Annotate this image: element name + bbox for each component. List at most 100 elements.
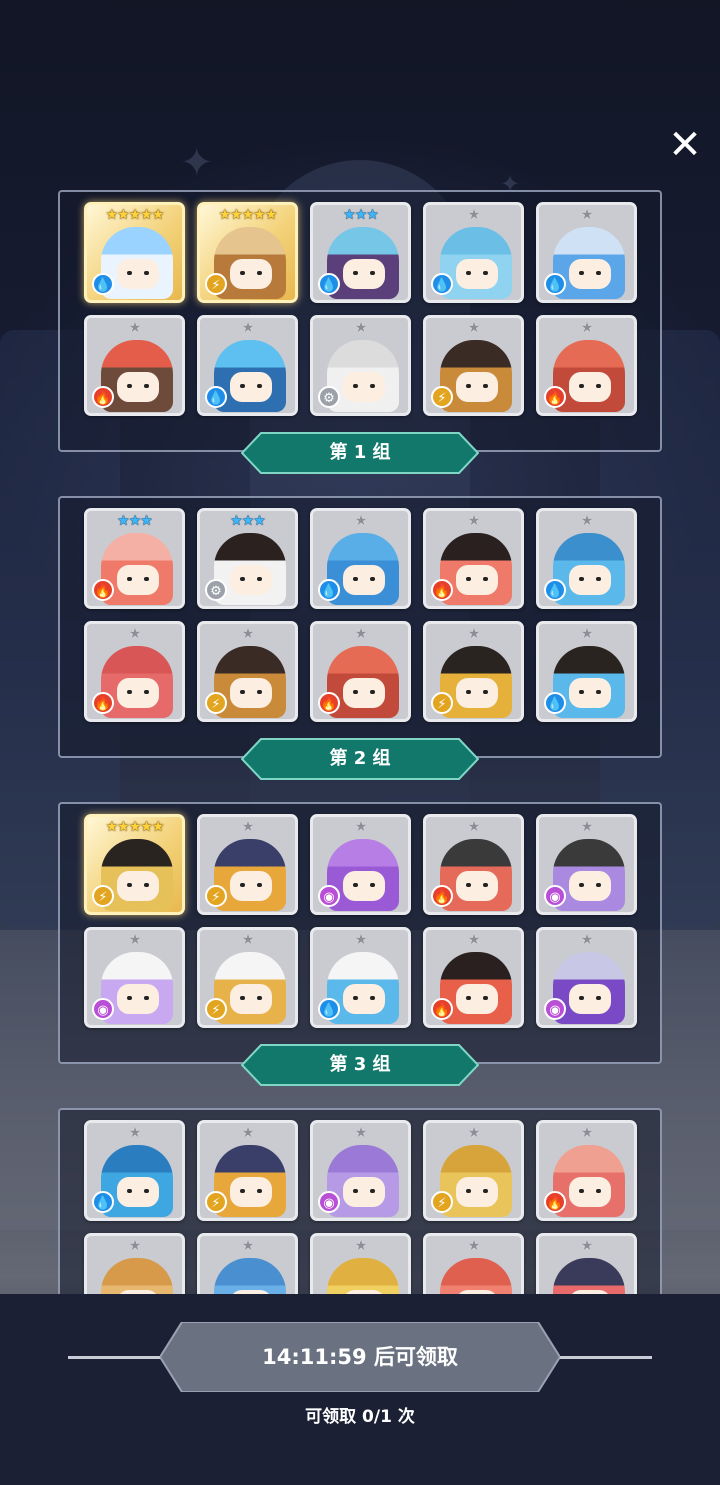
hero-card[interactable]: ★⚡ (197, 927, 298, 1028)
hero-card[interactable]: ★💧 (536, 621, 637, 722)
hero-card[interactable]: ★★★★★ ⚡ (84, 814, 185, 915)
star-rating-icon: ★ (580, 1238, 594, 1254)
claim-count-text: 可领取 0/1 次 (305, 1407, 415, 1427)
hero-card[interactable]: ★⚡ (423, 315, 524, 416)
star-rating-icon: ★ (128, 932, 142, 948)
star-rating-icon: ★ (580, 207, 594, 223)
hero-card[interactable]: ★🔥 (84, 315, 185, 416)
claim-button-label: 14:11:59 后可领取 (262, 1345, 458, 1369)
wind-element-icon: ⚙ (318, 386, 340, 408)
hero-face (117, 1177, 159, 1207)
hero-card[interactable]: ★★★ 💧 (310, 202, 411, 303)
hero-face (456, 259, 498, 289)
hero-face (230, 984, 272, 1014)
star-rating-icon: ★ (241, 1238, 255, 1254)
hero-card[interactable]: ★ ◉ (310, 814, 411, 915)
hero-grid: ★★★ 🔥 ★★★ ⚙ ★ 💧 ★ 🔥 ★ 💧 ★ 🔥 ★ ⚡ ★ 🔥 ★ ⚡ ★ 💧 (84, 508, 637, 722)
hero-card[interactable]: ★⚡ (84, 1233, 185, 1294)
hero-card[interactable]: ★🔥 (536, 1233, 637, 1294)
hero-face (456, 565, 498, 595)
star-rating-icon: ★ (580, 320, 594, 336)
star-rating-icon: ★ (241, 320, 255, 336)
hero-face (569, 1177, 611, 1207)
hero-card[interactable]: ★⚡ (197, 621, 298, 722)
star-rating-icon: ★ (467, 513, 481, 529)
group-label-3: 第 3 组 (241, 1044, 479, 1086)
hero-card[interactable]: ★ ◉ (310, 1120, 411, 1221)
hero-card[interactable]: ★💧 (310, 508, 411, 609)
hero-card[interactable]: ★★★★★ 💧 (84, 202, 185, 303)
water-element-icon: 💧 (318, 579, 340, 601)
dark-element-icon: ◉ (544, 998, 566, 1020)
dark-element-icon: ◉ (318, 1191, 340, 1213)
hero-card[interactable]: ★💧 (310, 927, 411, 1028)
hero-face (569, 678, 611, 708)
water-element-icon: 💧 (205, 386, 227, 408)
hero-face (569, 372, 611, 402)
star-rating-icon: ★ (354, 819, 368, 835)
star-rating-icon: ★★★ (230, 513, 266, 529)
group-list[interactable]: ★★★★★ 💧 ★★★★★ ⚡ ★★★ 💧 ★ 💧 ★ 💧 ★ 🔥 ★ 💧 ★ ⚙ ★ ⚡ ★ 🔥 第 1 组 ★★★ 🔥 ★… (0, 0, 720, 1294)
hero-card[interactable]: ★ ◉ (536, 814, 637, 915)
hero-face (230, 372, 272, 402)
hero-group-4: ★💧★⚡★◉★⚡★🔥★⚡★💧★⚡★🔥★🔥 (58, 1108, 662, 1294)
star-rating-icon: ★ (354, 1238, 368, 1254)
claim-button[interactable]: 14:11:59 后可领取 (160, 1322, 560, 1392)
water-element-icon: 💧 (318, 998, 340, 1020)
hero-card[interactable]: ★⚡ (197, 1120, 298, 1221)
hero-card[interactable]: ★💧 (536, 508, 637, 609)
star-rating-icon: ★★★★★ (105, 819, 165, 835)
fire-element-icon: 🔥 (544, 1191, 566, 1213)
hero-card[interactable]: ★⚡ (423, 1120, 524, 1221)
light-element-icon: ⚡ (431, 1191, 453, 1213)
hero-card[interactable]: ★💧 (84, 1120, 185, 1221)
hero-face (343, 565, 385, 595)
hero-face (456, 678, 498, 708)
hero-card[interactable]: ★💧 (423, 202, 524, 303)
hero-card[interactable]: ★⚡ (310, 1233, 411, 1294)
hero-card[interactable]: ★ ◉ (84, 927, 185, 1028)
water-element-icon: 💧 (544, 692, 566, 714)
star-rating-icon: ★ (241, 1125, 255, 1141)
hero-card[interactable]: ★🔥 (310, 621, 411, 722)
star-rating-icon: ★ (241, 626, 255, 642)
hero-card[interactable]: ★ ⚙ (310, 315, 411, 416)
hero-card[interactable]: ★ ◉ (536, 927, 637, 1028)
fire-element-icon: 🔥 (318, 692, 340, 714)
hero-card[interactable]: ★★★★★ ⚡ (197, 202, 298, 303)
hero-card[interactable]: ★💧 (536, 202, 637, 303)
hero-card[interactable]: ★⚡ (423, 621, 524, 722)
star-rating-icon: ★★★★★ (218, 207, 278, 223)
hero-card[interactable]: ★💧 (197, 1233, 298, 1294)
hero-face (456, 984, 498, 1014)
hero-group-1: ★★★★★ 💧 ★★★★★ ⚡ ★★★ 💧 ★ 💧 ★ 💧 ★ 🔥 ★ 💧 ★ ⚙ ★ ⚡ ★ 🔥 (58, 190, 662, 452)
hero-card[interactable]: ★🔥 (536, 1120, 637, 1221)
hero-face (230, 565, 272, 595)
hero-face (343, 372, 385, 402)
water-element-icon: 💧 (431, 273, 453, 295)
light-element-icon: ⚡ (205, 273, 227, 295)
star-rating-icon: ★ (467, 320, 481, 336)
group-label-text: 第 3 组 (329, 1054, 391, 1075)
star-rating-icon: ★ (128, 320, 142, 336)
hero-card[interactable]: ★🔥 (423, 814, 524, 915)
hero-card[interactable]: ★★★ ⚙ (197, 508, 298, 609)
hero-face (569, 984, 611, 1014)
hero-card[interactable]: ★★★ 🔥 (84, 508, 185, 609)
hero-card[interactable]: ★🔥 (423, 927, 524, 1028)
star-rating-icon: ★ (580, 1125, 594, 1141)
hero-card[interactable]: ★🔥 (536, 315, 637, 416)
group-label-1: 第 1 组 (241, 432, 479, 474)
hero-card[interactable]: ★💧 (197, 315, 298, 416)
hero-face (117, 871, 159, 901)
star-rating-icon: ★ (467, 207, 481, 223)
light-element-icon: ⚡ (205, 692, 227, 714)
hero-face (569, 259, 611, 289)
water-element-icon: 💧 (544, 579, 566, 601)
hero-card[interactable]: ★🔥 (423, 508, 524, 609)
hero-card[interactable]: ★⚡ (197, 814, 298, 915)
fire-element-icon: 🔥 (92, 579, 114, 601)
hero-card[interactable]: ★🔥 (84, 621, 185, 722)
fire-element-icon: 🔥 (92, 386, 114, 408)
hero-card[interactable]: ★🔥 (423, 1233, 524, 1294)
